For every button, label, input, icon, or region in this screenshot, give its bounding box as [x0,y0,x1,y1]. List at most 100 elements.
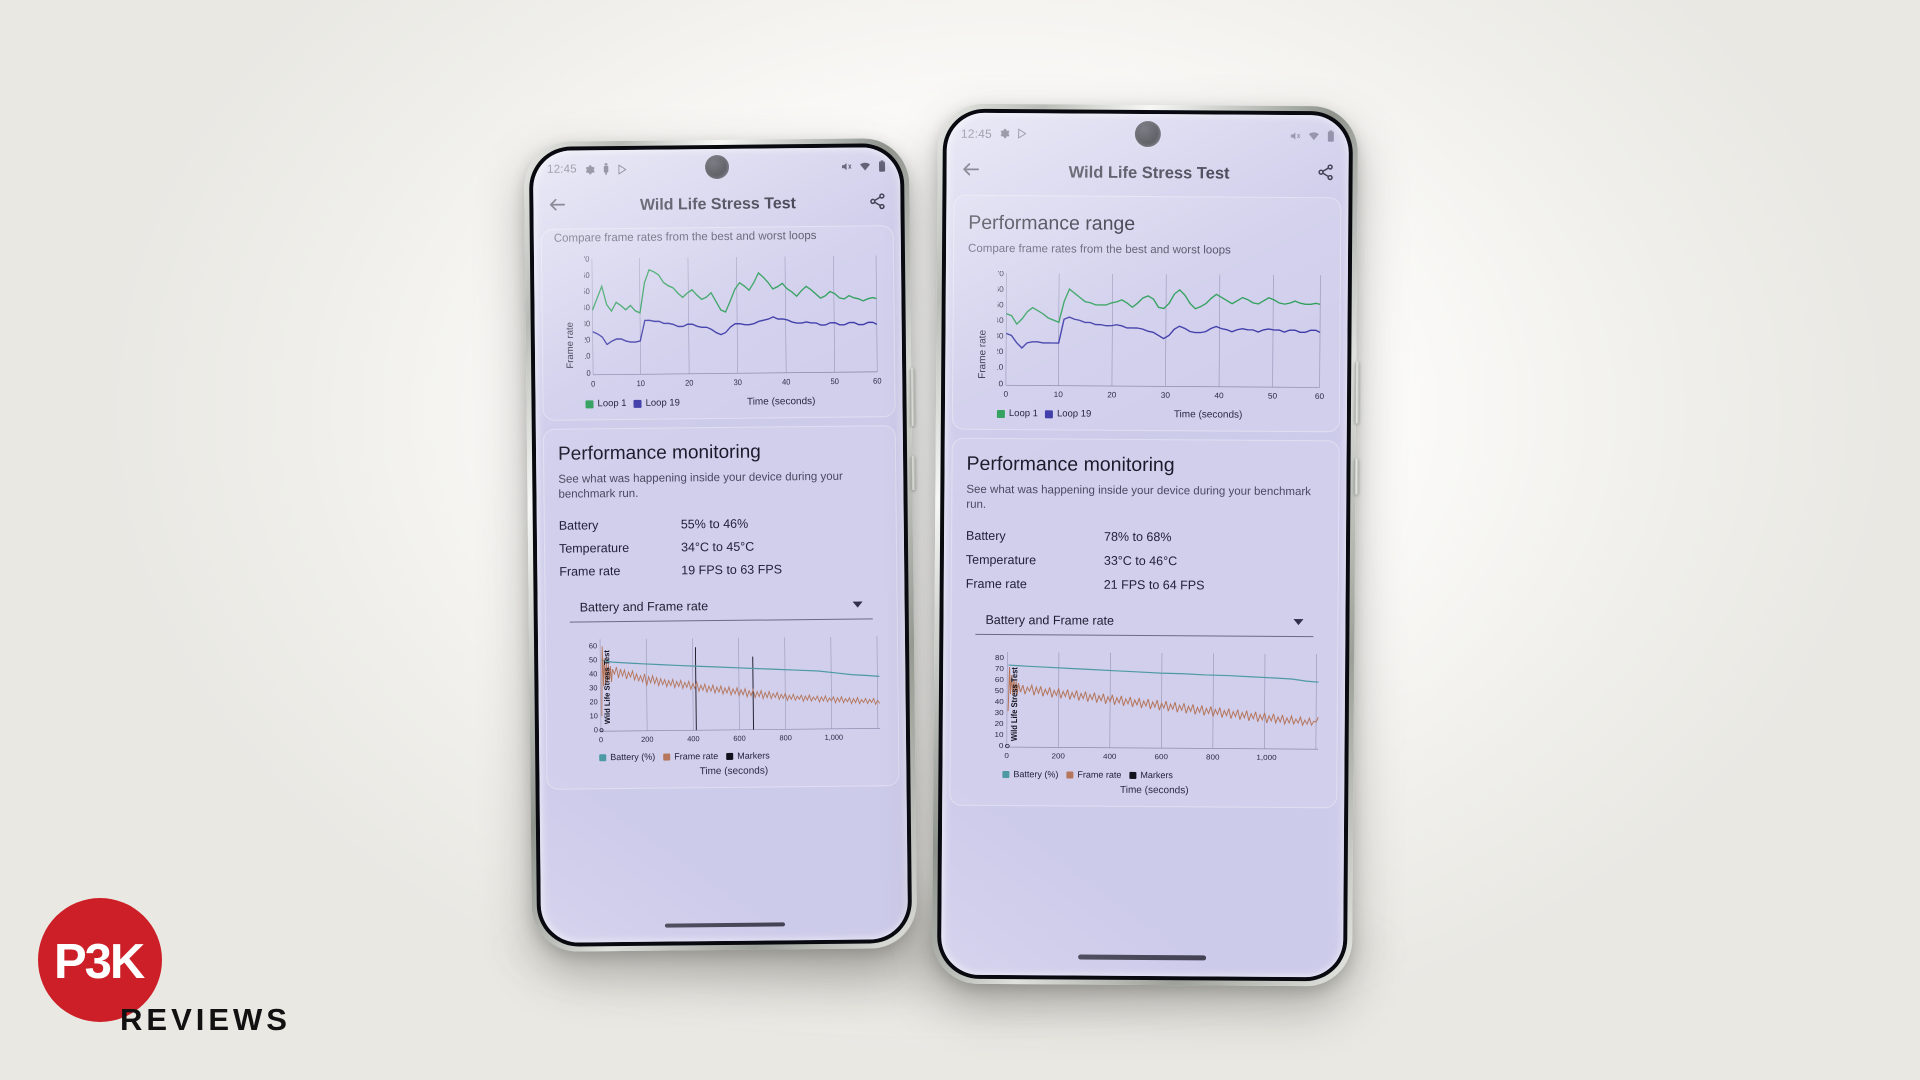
svg-text:1,000: 1,000 [1256,753,1276,762]
share-icon[interactable] [1317,163,1335,186]
table-row: Temperature 33°C to 46°C [966,553,1324,569]
row-key-battery: Battery [558,518,599,533]
left-performance-range-chart: Frame rate 70 60 50 40 30 20 10 0 0 10 2… [554,253,883,396]
right-performance-range-chart: Frame rate 70 60 50 40 30 20 10 0 0 10 2… [967,271,1326,408]
svg-text:10: 10 [997,363,1004,372]
svg-text:50: 50 [584,287,590,296]
monitor-x-axis-label: Time (seconds) [699,765,769,778]
wifi-icon [1308,130,1320,142]
row-key-frame-rate: Frame rate [559,564,621,579]
right-phone-power-button[interactable] [1354,458,1359,495]
svg-text:20: 20 [589,697,597,706]
svg-text:80: 80 [995,653,1004,662]
share-icon[interactable] [868,192,886,215]
legend-swatch-battery [1002,770,1010,778]
logo-brand-mark: P3K [54,935,145,989]
row-value-temperature: 34°C to 45°C [680,539,755,555]
range-x-axis-label: Time (seconds) [746,395,816,408]
left-phone-volume-button[interactable] [910,367,915,427]
svg-text:70: 70 [584,254,590,263]
chevron-down-icon[interactable] [852,601,863,608]
legend-label-loop-1: Loop 1 [1008,408,1039,420]
svg-text:60: 60 [1315,392,1325,401]
play-store-icon [617,163,628,175]
left-range-plot: 70 60 50 40 30 20 10 0 0 10 20 30 40 50 … [584,254,882,388]
left-nav-gesture-bar[interactable] [664,922,785,928]
svg-text:0: 0 [1003,390,1008,399]
status-time: 12:45 [546,163,577,176]
right-range-legend: Loop 1 Loop 19 [996,408,1092,420]
row-key-temperature: Temperature [965,552,1037,568]
svg-text:40: 40 [997,316,1004,325]
legend-swatch-loop-19 [1044,409,1054,418]
back-arrow-icon[interactable] [961,159,982,185]
metric-select[interactable]: Battery and Frame rate [975,612,1314,638]
legend-swatch-markers [1129,771,1137,779]
right-phone: 12:45 Wild Life Stress Test Performance … [931,103,1360,987]
svg-text:800: 800 [1206,753,1219,762]
right-performance-range-card: Performance range Compare frame rates fr… [951,194,1342,433]
legend-item-loop-1: Loop 1 [996,408,1039,420]
left-app-3dmark: 12:45 Wild Life Stress Test Compare fram… [532,147,909,943]
table-row: Battery 55% to 46% [558,515,882,533]
usb-icon [602,163,610,175]
svg-text:40: 40 [584,303,591,312]
svg-text:60: 60 [995,675,1004,684]
right-phone-volume-button[interactable] [1354,361,1360,424]
gear-icon [999,128,1010,139]
svg-text:60: 60 [873,376,882,385]
svg-text:30: 30 [997,332,1004,341]
left-phone-screen: 12:45 Wild Life Stress Test Compare fram… [532,147,909,943]
right-performance-monitoring-card: Performance monitoring See what was happ… [949,437,1340,809]
svg-text:20: 20 [584,335,591,344]
legend-label-loop-19: Loop 19 [1056,408,1092,420]
legend-swatch-loop-19 [633,399,642,408]
chevron-down-icon[interactable] [1293,619,1304,626]
svg-text:50: 50 [995,686,1004,695]
frame-rate-axis-label: Frame rate [564,322,577,369]
table-row: Frame rate 19 FPS to 63 FPS [559,561,882,578]
svg-text:20: 20 [995,719,1004,728]
row-key-frame-rate: Frame rate [965,576,1027,592]
legend-swatch-frame-rate [1066,770,1074,779]
svg-text:0: 0 [998,379,1003,388]
svg-text:600: 600 [733,734,745,743]
svg-text:20: 20 [685,378,694,387]
svg-text:10: 10 [994,730,1003,739]
legend-swatch-loop-1 [996,409,1005,418]
svg-text:400: 400 [687,734,699,743]
svg-text:50: 50 [589,655,597,664]
legend-label-loop-19: Loop 19 [645,397,680,409]
row-value-frame-rate: 21 FPS to 64 FPS [1103,577,1205,593]
performance-monitoring-subtitle: See what was happening inside your devic… [966,483,1311,511]
right-monitor-plot: 80 70 60 50 40 30 20 10 0 0 200 400 600 … [994,652,1319,762]
left-monitor-plot: 60 50 40 30 20 10 0 0 200 400 600 800 1,… [589,636,881,744]
back-arrow-icon[interactable] [547,194,567,219]
legend-item-loop-19: Loop 19 [633,397,680,409]
svg-text:40: 40 [1214,391,1224,400]
svg-text:60: 60 [584,271,590,280]
row-value-temperature: 33°C to 46°C [1103,553,1178,569]
left-front-camera [704,154,729,180]
right-nav-gesture-bar[interactable] [1078,954,1207,961]
battery-icon [878,160,886,172]
left-performance-range-card: Compare frame rates from the best and wo… [540,225,896,421]
svg-text:0: 0 [1004,751,1009,760]
performance-monitoring-title: Performance monitoring [557,441,761,465]
svg-text:20: 20 [997,347,1004,356]
svg-text:30: 30 [734,378,743,387]
metric-select[interactable]: Battery and Frame rate [569,597,873,623]
svg-text:70: 70 [995,664,1004,673]
left-battery-frame-rate-chart: 60 50 40 30 20 10 0 0 200 400 600 800 1,… [560,633,884,754]
performance-monitoring-subtitle: See what was happening inside your devic… [558,470,843,501]
legend-swatch-battery [599,753,607,761]
left-phone-power-button[interactable] [911,455,916,490]
svg-text:50: 50 [997,300,1004,309]
right-front-camera [1134,120,1161,148]
performance-range-subtitle: Compare frame rates from the best and wo… [553,229,817,245]
right-range-plot: 70 60 50 40 30 20 10 0 0 10 20 30 40 50 … [997,271,1325,401]
svg-text:10: 10 [584,351,591,360]
performance-range-subtitle: Compare frame rates from the best and wo… [968,242,1231,257]
play-store-icon [1017,128,1028,139]
svg-text:10: 10 [637,379,646,388]
